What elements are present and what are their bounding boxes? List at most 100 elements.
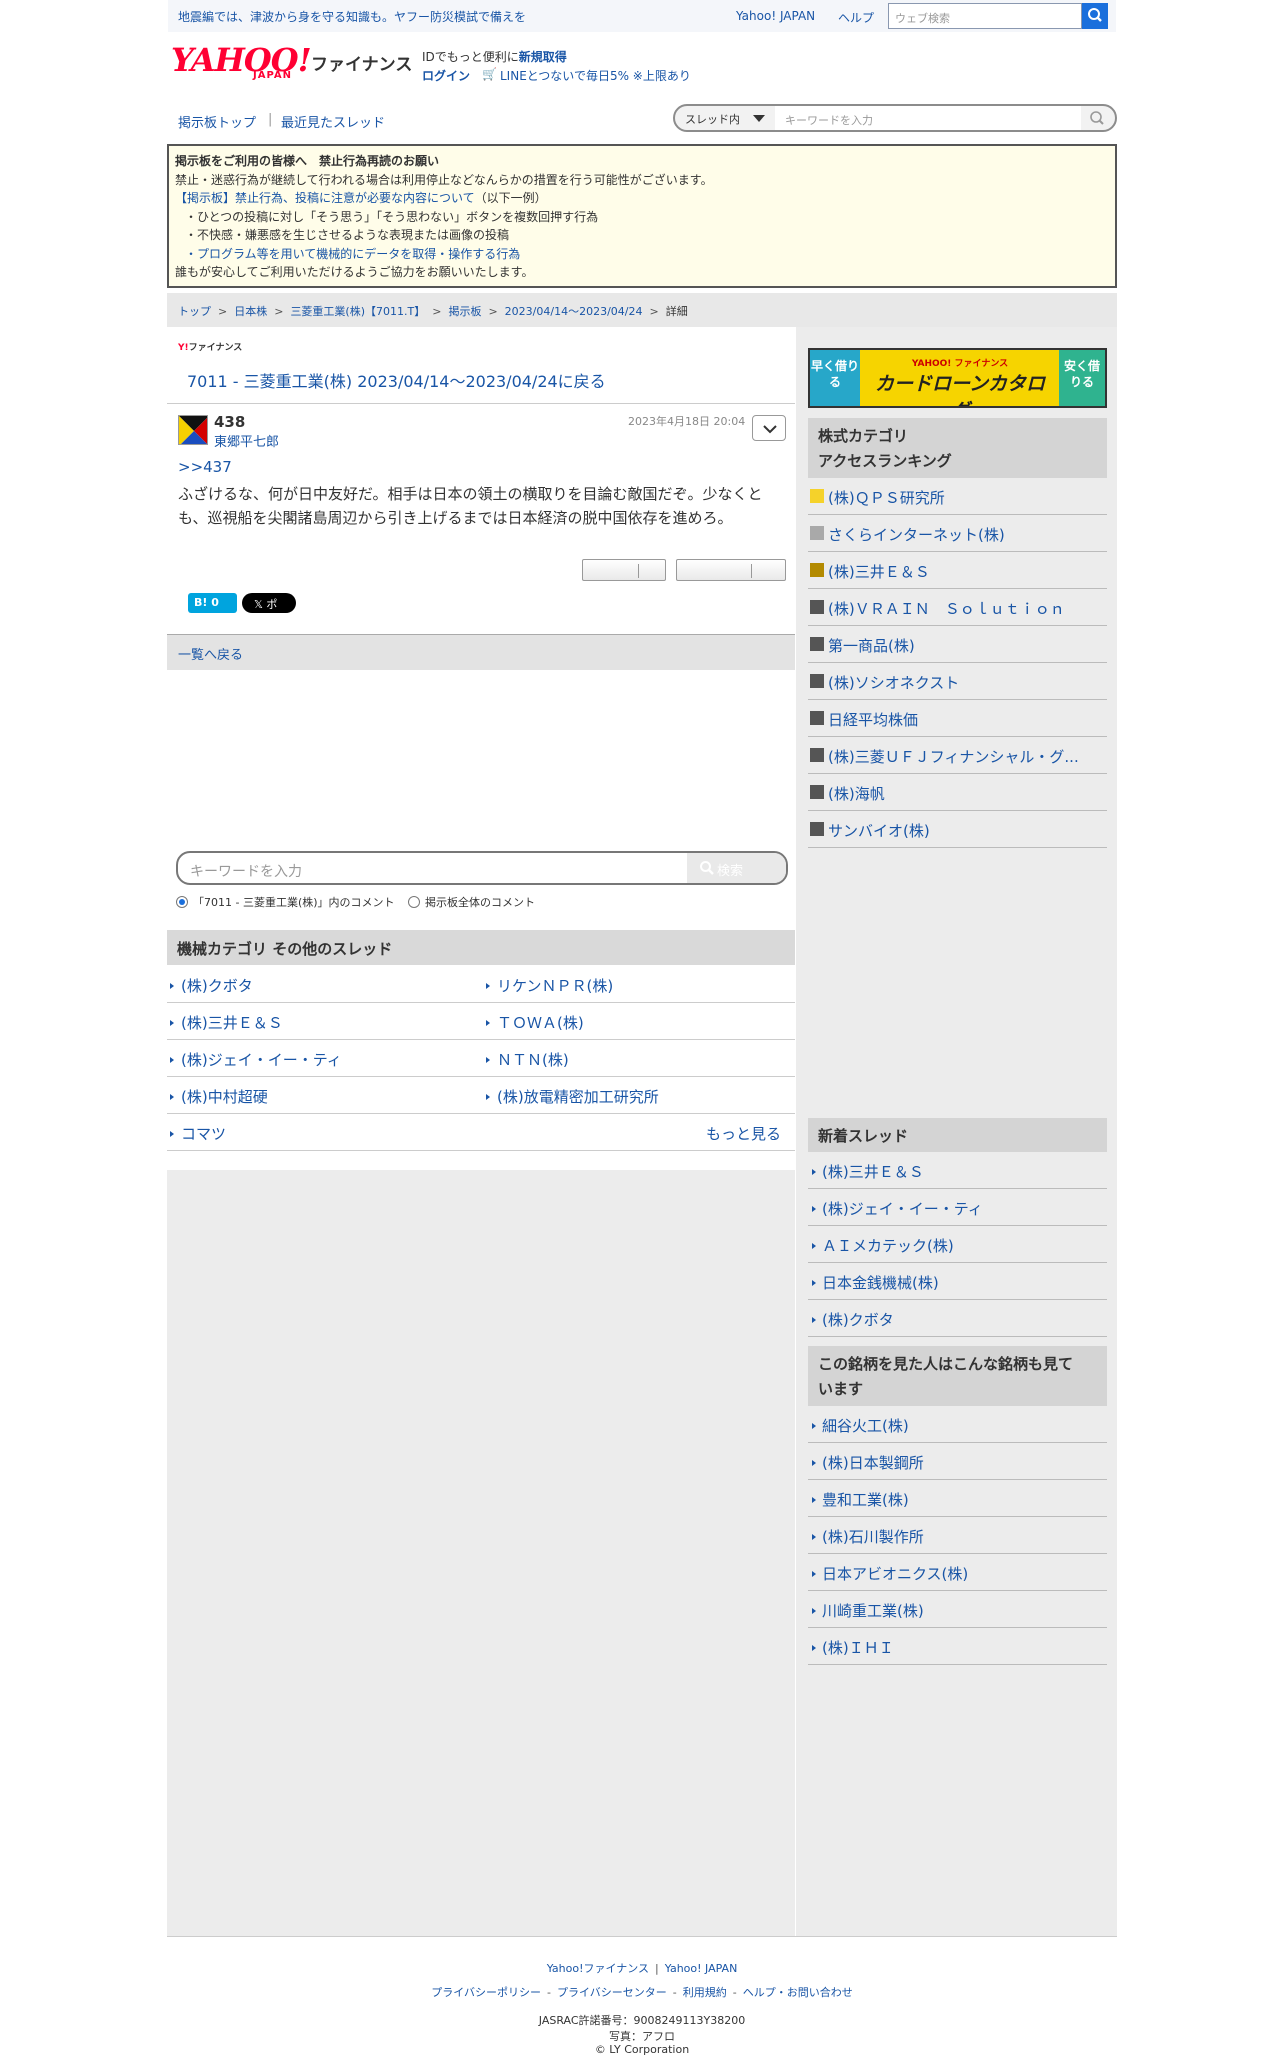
- signup-link[interactable]: 新規取得: [519, 50, 567, 64]
- new-thread-link[interactable]: 日本金銭機械(株): [808, 1263, 1107, 1300]
- category-threads-heading: 機械カテゴリ その他のスレッド: [167, 930, 795, 965]
- category-thread-link[interactable]: (株)ジェイ・イー・ティ: [167, 1040, 483, 1077]
- new-thread-link[interactable]: (株)ジェイ・イー・ティ: [808, 1189, 1107, 1226]
- ranking-item[interactable]: 日経平均株価: [808, 700, 1107, 737]
- also-viewed-link[interactable]: (株)ＩＨＩ: [808, 1628, 1107, 1665]
- also-viewed-link[interactable]: 細谷火工(株): [808, 1406, 1107, 1443]
- also-viewed-link[interactable]: 豊和工業(株): [808, 1480, 1107, 1517]
- ranking-item[interactable]: さくらインターネット(株): [808, 515, 1107, 552]
- breadcrumb-current: 詳細: [665, 305, 688, 318]
- finance-small-logo: Y!ファイナンス: [178, 343, 243, 353]
- web-search-button[interactable]: [1082, 3, 1108, 29]
- notice-title: 掲示板をご利用の皆様へ 禁止行為再読のお願い: [175, 154, 440, 168]
- category-thread-link[interactable]: (株)三井Ｅ＆Ｓ: [167, 1003, 483, 1040]
- photo-credit: 写真：アフロ: [609, 2030, 675, 2043]
- search-icon: [1088, 8, 1102, 22]
- terms-link[interactable]: 利用規約: [683, 1986, 727, 1999]
- new-thread-link[interactable]: (株)三井Ｅ＆Ｓ: [808, 1152, 1107, 1189]
- user-avatar[interactable]: [178, 415, 208, 445]
- breadcrumb-stock[interactable]: 三菱重工業(株)【7011.T】: [290, 305, 425, 318]
- x-post-button[interactable]: 𝕏 ポスト: [242, 593, 296, 627]
- privacy-center-link[interactable]: プライバシーセンター: [557, 1986, 667, 1999]
- thread-search-button[interactable]: [1085, 108, 1109, 128]
- ranking-heading: 株式カテゴリ アクセスランキング: [808, 418, 1107, 478]
- line-promo-link[interactable]: LINEとつないで毎日5% ※上限あり: [500, 67, 691, 84]
- lower-left-area: [167, 1170, 795, 1936]
- ranking-item[interactable]: サンバイオ(株): [808, 811, 1107, 848]
- comment-keyword-input[interactable]: キーワードを入力: [190, 861, 302, 881]
- footer-divider: [167, 1936, 1117, 1937]
- ranking-item[interactable]: 第一商品(株): [808, 626, 1107, 663]
- reply-to-link[interactable]: >>437: [178, 458, 232, 476]
- new-thread-link[interactable]: ＡＩメカテック(株): [808, 1226, 1107, 1263]
- help-link[interactable]: ヘルプ: [838, 9, 874, 26]
- category-thread-link[interactable]: (株)中村超硬: [167, 1077, 483, 1114]
- new-thread-link[interactable]: (株)クボタ: [808, 1300, 1107, 1337]
- rank-marker: [810, 674, 824, 688]
- also-viewed-link[interactable]: (株)石川製作所: [808, 1517, 1107, 1554]
- ranking-item[interactable]: (株)三菱ＵＦＪフィナンシャル・グ...: [808, 737, 1107, 774]
- rank-marker: [810, 563, 824, 577]
- ranking-item[interactable]: (株)三井Ｅ＆Ｓ: [808, 552, 1107, 589]
- notice-item: ・プログラム等を用いて機械的にデータを取得・操作する行為: [185, 246, 521, 261]
- also-viewed-link[interactable]: 日本アビオニクス(株): [808, 1554, 1107, 1591]
- comment-search-button[interactable]: 検索: [687, 853, 786, 883]
- search-scope-select[interactable]: スレッド内: [685, 111, 740, 127]
- category-thread-link[interactable]: (株)放電精密加工研究所: [483, 1077, 795, 1114]
- agree-button[interactable]: [582, 559, 666, 581]
- back-to-list-link[interactable]: 一覧へ戻る: [178, 644, 243, 663]
- finance-logo[interactable]: ファイナンス: [311, 50, 412, 75]
- divider: [167, 403, 795, 404]
- also-viewed-link[interactable]: (株)日本製鋼所: [808, 1443, 1107, 1480]
- login-link[interactable]: ログイン: [422, 67, 470, 84]
- ranking-item[interactable]: (株)ソシオネクスト: [808, 663, 1107, 700]
- breadcrumb-period[interactable]: 2023/04/14～2023/04/24: [505, 305, 643, 318]
- notice-line: 禁止・迷惑行為が継続して行われる場合は利用停止などなんらかの措置を行う可能性がご…: [175, 172, 713, 187]
- back-to-thread-link[interactable]: 7011 - 三菱重工業(株) 2023/04/14～2023/04/24に戻る: [187, 368, 606, 392]
- web-search-input[interactable]: ウェブ検索: [888, 3, 1082, 29]
- help-contact-link[interactable]: ヘルプ・お問い合わせ: [743, 1986, 853, 1999]
- category-thread-link[interactable]: コマツ: [167, 1114, 795, 1151]
- radio-all-comments[interactable]: [408, 896, 421, 908]
- prohibited-acts-link[interactable]: 【掲示板】禁止行為、投稿に注意が必要な内容について: [175, 191, 475, 205]
- breadcrumb-japan-stocks[interactable]: 日本株: [234, 305, 267, 318]
- rank-marker: [810, 822, 824, 836]
- ranking-item[interactable]: (株)海帆: [808, 774, 1107, 811]
- search-scope-radios: 「7011 - 三菱重工業(株)」内のコメント 掲示板全体のコメント: [176, 894, 535, 910]
- rank-marker: [810, 711, 824, 725]
- nav-separator: |: [268, 112, 273, 127]
- footer-finance-link[interactable]: Yahoo!ファイナンス: [547, 1962, 649, 1975]
- chevron-down-icon: [763, 425, 777, 434]
- breadcrumb-top[interactable]: トップ: [178, 305, 211, 318]
- category-thread-link[interactable]: ＴＯＷＡ(株): [483, 1003, 795, 1040]
- disaster-promo-link[interactable]: 地震編では、津波から身を守る知識も。ヤフー防災模試で備えを: [178, 8, 526, 25]
- disagree-button[interactable]: [676, 559, 786, 581]
- new-threads-heading: 新着スレッド: [808, 1118, 1107, 1152]
- category-thread-link[interactable]: (株)クボタ: [167, 966, 483, 1003]
- thread-keyword-input[interactable]: キーワードを入力: [775, 106, 1081, 130]
- privacy-policy-link[interactable]: プライバシーポリシー: [431, 1986, 541, 1999]
- yahoo-japan-link[interactable]: Yahoo! JAPAN: [736, 9, 815, 23]
- rank-marker: [810, 637, 824, 651]
- post-username[interactable]: 東郷平七郎: [214, 431, 279, 450]
- radio-thread-comments[interactable]: [176, 896, 188, 908]
- hatena-bookmark-button[interactable]: B! 0: [188, 593, 237, 613]
- chevron-down-icon: [753, 115, 765, 122]
- breadcrumb-board[interactable]: 掲示板: [448, 305, 481, 318]
- more-threads-link[interactable]: もっと見る: [706, 1123, 781, 1144]
- rank-marker: [810, 785, 824, 799]
- rank-marker: [810, 748, 824, 762]
- category-thread-link[interactable]: ＮＴＮ(株): [483, 1040, 795, 1077]
- notice-item: ・ひとつの投稿に対し「そう思う」「そう思わない」ボタンを複数回押す行為: [185, 209, 599, 224]
- category-thread-link[interactable]: リケンＮＰＲ(株): [483, 966, 795, 1003]
- recent-threads-link[interactable]: 最近見たスレッド: [281, 112, 385, 131]
- rank-marker: [810, 526, 824, 540]
- board-top-link[interactable]: 掲示板トップ: [178, 112, 256, 131]
- footer-yahoo-link[interactable]: Yahoo! JAPAN: [665, 1962, 738, 1975]
- yahoo-logo-japan: JAPAN: [253, 70, 292, 81]
- card-loan-banner[interactable]: 早く借りる YAHOO! ファイナンス カードローンカタログ 安く借りる: [808, 348, 1107, 408]
- also-viewed-link[interactable]: 川崎重工業(株): [808, 1591, 1107, 1628]
- ranking-item[interactable]: (株)ＶＲＡＩＮ Ｓｏｌｕｔｉｏｎ: [808, 589, 1107, 626]
- ranking-item[interactable]: (株)ＱＰＳ研究所: [808, 478, 1107, 515]
- post-menu-button[interactable]: [752, 415, 786, 441]
